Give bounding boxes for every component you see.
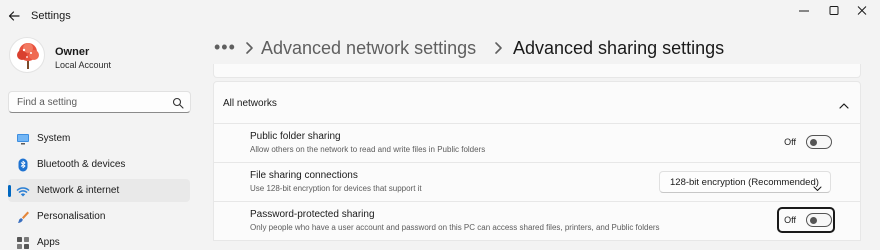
sidebar-item-label: Personalisation <box>37 211 106 222</box>
breadcrumb-parent-link[interactable]: Advanced network settings <box>261 38 476 59</box>
sidebar-item-label: Network & internet <box>37 185 120 196</box>
wifi-icon <box>16 184 30 198</box>
sidebar-item-system[interactable]: System <box>8 127 190 150</box>
password-protected-sharing-row: Password-protected sharing Only people w… <box>213 202 861 241</box>
previous-section-card <box>213 64 861 78</box>
toggle-knob <box>810 139 817 146</box>
toggle-state-label: Off <box>784 137 796 147</box>
sidebar-item-personalisation[interactable]: Personalisation <box>8 205 190 228</box>
file-sharing-connections-row: File sharing connections Use 128-bit enc… <box>213 163 861 202</box>
all-networks-header[interactable]: All networks <box>213 81 861 124</box>
chevron-up-icon[interactable] <box>838 98 850 109</box>
sidebar-item-bluetooth[interactable]: Bluetooth & devices <box>8 153 190 176</box>
app-title: Settings <box>31 10 71 22</box>
title-bar: Settings <box>0 0 880 32</box>
monitor-icon <box>16 132 30 146</box>
chevron-right-icon <box>244 40 256 56</box>
setting-title: Password-protected sharing <box>250 209 375 220</box>
search-input[interactable] <box>9 92 169 112</box>
password-protected-toggle[interactable] <box>806 213 832 227</box>
minimize-button[interactable] <box>791 3 817 19</box>
avatar[interactable] <box>9 37 45 73</box>
breadcrumb-overflow-button[interactable]: ••• <box>214 37 236 58</box>
sidebar-item-apps[interactable]: Apps <box>8 231 190 250</box>
apps-icon <box>16 236 30 250</box>
public-folder-sharing-row: Public folder sharing Allow others on th… <box>213 124 861 163</box>
paintbrush-icon <box>16 210 30 224</box>
setting-title: File sharing connections <box>250 170 358 181</box>
toggle-knob <box>810 217 817 224</box>
sidebar-item-network[interactable]: Network & internet <box>8 179 190 202</box>
toggle-state-label: Off <box>784 215 796 225</box>
avatar-picture-icon <box>17 43 39 69</box>
sidebar-item-label: Apps <box>37 237 60 248</box>
account-type: Local Account <box>55 60 112 70</box>
public-folder-toggle[interactable] <box>806 135 832 149</box>
back-arrow-icon[interactable] <box>6 8 22 24</box>
maximize-button[interactable] <box>821 3 847 19</box>
user-name: Owner <box>55 46 90 58</box>
password-protected-toggle-group: Off <box>772 213 832 229</box>
setting-description: Only people who have a user account and … <box>250 223 660 232</box>
close-button[interactable] <box>849 3 875 19</box>
setting-description: Allow others on the network to read and … <box>250 145 486 154</box>
selection-indicator <box>8 185 11 197</box>
search-icon[interactable] <box>172 96 184 109</box>
search-box[interactable] <box>8 91 191 113</box>
dropdown-value: 128-bit encryption (Recommended) <box>670 177 819 188</box>
encryption-dropdown[interactable]: 128-bit encryption (Recommended) <box>659 171 831 193</box>
sidebar-item-label: System <box>37 133 71 144</box>
chevron-down-icon <box>813 179 822 191</box>
chevron-right-icon <box>493 40 505 56</box>
setting-description: Use 128-bit encryption for devices that … <box>250 184 422 193</box>
bluetooth-icon <box>16 158 30 172</box>
page-title: Advanced sharing settings <box>513 38 725 58</box>
setting-title: Public folder sharing <box>250 131 341 142</box>
sidebar-item-label: Bluetooth & devices <box>37 159 126 170</box>
section-title: All networks <box>223 98 277 109</box>
public-folder-toggle-group: Off <box>772 135 832 151</box>
